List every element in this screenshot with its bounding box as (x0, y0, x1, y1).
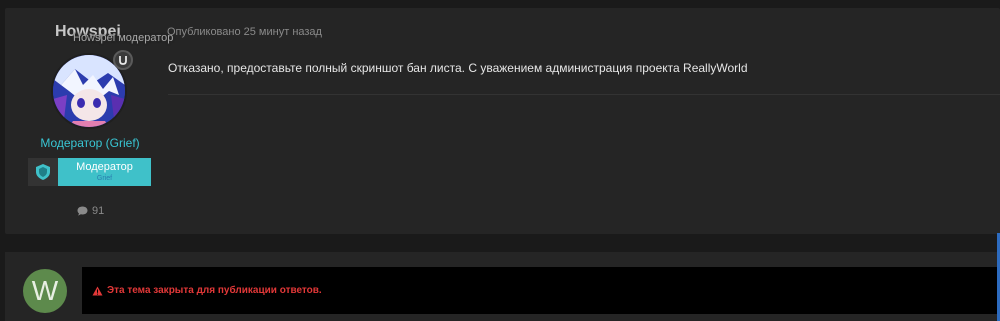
post-divider (168, 94, 1000, 95)
reply-area: W Эта тема закрыта для публикации ответо… (5, 252, 1000, 321)
author-avatar-wrap[interactable] (51, 50, 133, 129)
topic-closed-text: Эта тема закрыта для публикации ответов. (107, 285, 322, 296)
page: Howspei Howspei модератор Модератор (Gri… (0, 0, 1000, 321)
post-count-value: 91 (92, 205, 105, 217)
current-user-avatar[interactable]: W (23, 269, 67, 313)
topic-closed-notice: Эта тема закрыта для публикации ответов. (82, 267, 998, 314)
rank-u-icon (119, 56, 127, 65)
role-title: Модератор (Grief) (40, 136, 140, 150)
post-card: Howspei Howspei модератор Модератор (Gri… (5, 8, 1000, 234)
author-name-tooltip: Howspei модератор (73, 32, 174, 44)
role-badge-label: Модератор Grief (58, 158, 151, 186)
role-badge-sub: Grief (96, 175, 113, 182)
post-count: 91 (77, 205, 104, 217)
post-timestamp[interactable]: Опубликовано 25 минут назад (167, 26, 322, 38)
warning-icon (92, 286, 103, 295)
post-content: Отказано, предоставьте полный скриншот б… (168, 61, 748, 75)
role-badge-main: Модератор (76, 161, 133, 173)
role-badge: Модератор Grief (28, 158, 151, 186)
current-user-avatar-letter: W (31, 275, 59, 306)
rank-badge (113, 50, 133, 70)
comment-icon (77, 206, 88, 216)
shield-icon (28, 158, 58, 186)
